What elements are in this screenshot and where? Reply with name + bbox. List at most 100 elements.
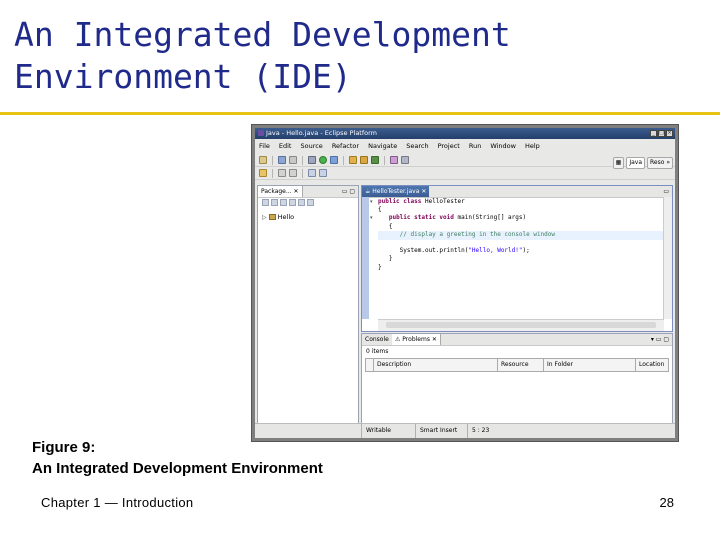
editor-ruler <box>362 197 369 319</box>
back-icon[interactable] <box>262 199 269 206</box>
source-code[interactable]: public class HelloTester{ public static … <box>378 198 663 272</box>
code-line: public class HelloTester <box>378 198 465 205</box>
status-insert-mode: Smart Insert <box>415 424 457 438</box>
tab-package-explorer[interactable]: Package... ✕ <box>258 186 303 197</box>
perspective-switcher: ▦ Java Reso » <box>612 156 673 169</box>
table-header-icon-column[interactable] <box>366 359 374 371</box>
forward-icon[interactable] <box>271 199 278 206</box>
expand-arrow-icon[interactable]: ▷ <box>262 214 267 221</box>
tab-problems[interactable]: ⚠ Problems ✕ <box>392 334 441 345</box>
menu-window[interactable]: Window <box>490 140 516 153</box>
package-explorer-toolbar <box>262 199 314 206</box>
new-package-icon[interactable] <box>360 156 368 164</box>
column-location[interactable]: Location <box>636 359 668 371</box>
link-editor-icon[interactable] <box>298 199 305 206</box>
new-icon[interactable] <box>259 156 267 164</box>
page-number: 28 <box>659 495 674 510</box>
code-line: { <box>378 206 382 214</box>
code-line: { <box>378 222 393 230</box>
figure-description: An Integrated Development Environment <box>32 460 323 477</box>
package-explorer-view: Package... ✕ ▭ ▢ ▷ Hello <box>257 185 359 424</box>
maximize-button[interactable]: □ <box>658 130 665 137</box>
minimize-button[interactable]: _ <box>650 130 657 137</box>
new-java-project-icon[interactable] <box>349 156 357 164</box>
window-titlebar: Java - Hello.java - Eclipse Platform _ □… <box>255 128 675 139</box>
new-class-icon[interactable] <box>371 156 379 164</box>
menu-source[interactable]: Source <box>300 140 322 153</box>
back-icon[interactable] <box>308 169 316 177</box>
code-line: System.out.println("Hello, World!"); <box>378 247 530 255</box>
menu-file[interactable]: File <box>259 140 270 153</box>
horizontal-scrollbar[interactable] <box>378 319 664 331</box>
tab-console[interactable]: Console <box>362 334 392 345</box>
bottom-views-tabbar: Console ⚠ Problems ✕ ▾ ▭ ▢ <box>362 334 672 346</box>
column-resource[interactable]: Resource <box>498 359 544 371</box>
editor-maximize-icon[interactable]: ▭ <box>663 186 669 197</box>
column-description[interactable]: Description <box>374 359 498 371</box>
status-writable: Writable <box>361 424 391 438</box>
menu-help[interactable]: Help <box>525 140 540 153</box>
menu-icon[interactable] <box>307 199 314 206</box>
open-perspective-button[interactable]: ▦ <box>612 156 625 169</box>
menu-edit[interactable]: Edit <box>279 140 292 153</box>
tree-item-hello-project[interactable]: ▷ Hello <box>262 213 294 221</box>
slide-title-line-1: An Integrated Development <box>14 15 511 54</box>
figure-caption: Figure 9: An Integrated Development Envi… <box>32 437 323 479</box>
status-bar: Writable Smart Insert 5 : 23 <box>255 423 675 438</box>
up-icon[interactable] <box>280 199 287 206</box>
title-underline <box>0 112 720 115</box>
debug-icon[interactable] <box>308 156 316 164</box>
menu-project[interactable]: Project <box>438 140 460 153</box>
save-icon[interactable] <box>278 156 286 164</box>
print-icon[interactable] <box>289 156 297 164</box>
code-line: } <box>378 263 382 271</box>
slide-title-line-2: Environment (IDE) <box>14 57 352 96</box>
resource-perspective-button[interactable]: Reso » <box>647 156 673 169</box>
code-line: } <box>378 255 393 263</box>
java-project-icon <box>268 214 276 220</box>
annotation-next-icon[interactable] <box>278 169 286 177</box>
external-tools-icon[interactable] <box>330 156 338 164</box>
code-editor: ☕ HelloTester.java ✕ ▭ ▾ ▾ public class … <box>361 185 673 332</box>
menu-run[interactable]: Run <box>469 140 481 153</box>
menubar: File Edit Source Refactor Navigate Searc… <box>255 140 675 153</box>
close-button[interactable]: × <box>666 130 673 137</box>
window-title: Java - Hello.java - Eclipse Platform <box>266 129 378 137</box>
package-explorer-tabbar: Package... ✕ ▭ ▢ <box>258 186 358 198</box>
java-perspective-button[interactable]: Java <box>626 156 646 169</box>
search-icon[interactable] <box>401 156 409 164</box>
code-line: public static void main(String[] args) <box>388 214 527 222</box>
problems-item-count: 0 items <box>366 348 389 355</box>
code-line: // display a greeting in the console win… <box>378 230 556 238</box>
run-icon[interactable] <box>319 156 327 164</box>
fold-toggle-icon[interactable]: ▾ <box>370 215 373 221</box>
forward-icon[interactable] <box>319 169 327 177</box>
tab-hellotester-java[interactable]: ☕ HelloTester.java ✕ <box>362 186 430 197</box>
slide-title: An Integrated Development Environment (I… <box>14 14 704 98</box>
eclipse-app-icon <box>258 130 264 136</box>
project-name: Hello <box>277 213 295 221</box>
fold-toggle-icon[interactable]: ▾ <box>370 199 373 205</box>
menu-navigate[interactable]: Navigate <box>368 140 397 153</box>
status-cursor-position: 5 : 23 <box>467 424 489 438</box>
annotation-prev-icon[interactable] <box>289 169 297 177</box>
menu-refactor[interactable]: Refactor <box>332 140 359 153</box>
footer-chapter: Chapter 1 — Introduction <box>41 495 194 510</box>
scrollbar-thumb[interactable] <box>386 322 656 328</box>
collapse-all-icon[interactable] <box>289 199 296 206</box>
view-menu-icon[interactable]: ▾ ▭ ▢ <box>651 334 669 345</box>
figure-number: Figure 9: <box>32 439 96 456</box>
vertical-scrollbar[interactable] <box>663 197 672 319</box>
eclipse-window: Java - Hello.java - Eclipse Platform _ □… <box>255 128 675 438</box>
view-menu-icon[interactable]: ▭ ▢ <box>342 186 355 197</box>
problems-view: Console ⚠ Problems ✕ ▾ ▭ ▢ 0 items Descr… <box>361 333 673 424</box>
ide-screenshot: Java - Hello.java - Eclipse Platform _ □… <box>251 124 679 442</box>
problems-table-header: Description Resource In Folder Location <box>365 358 669 372</box>
folding-column: ▾ ▾ <box>370 197 377 319</box>
toggle-mark-icon[interactable] <box>259 169 267 177</box>
editor-tabbar: ☕ HelloTester.java ✕ ▭ <box>362 186 672 198</box>
menu-search[interactable]: Search <box>406 140 428 153</box>
open-type-icon[interactable] <box>390 156 398 164</box>
column-in-folder[interactable]: In Folder <box>544 359 636 371</box>
